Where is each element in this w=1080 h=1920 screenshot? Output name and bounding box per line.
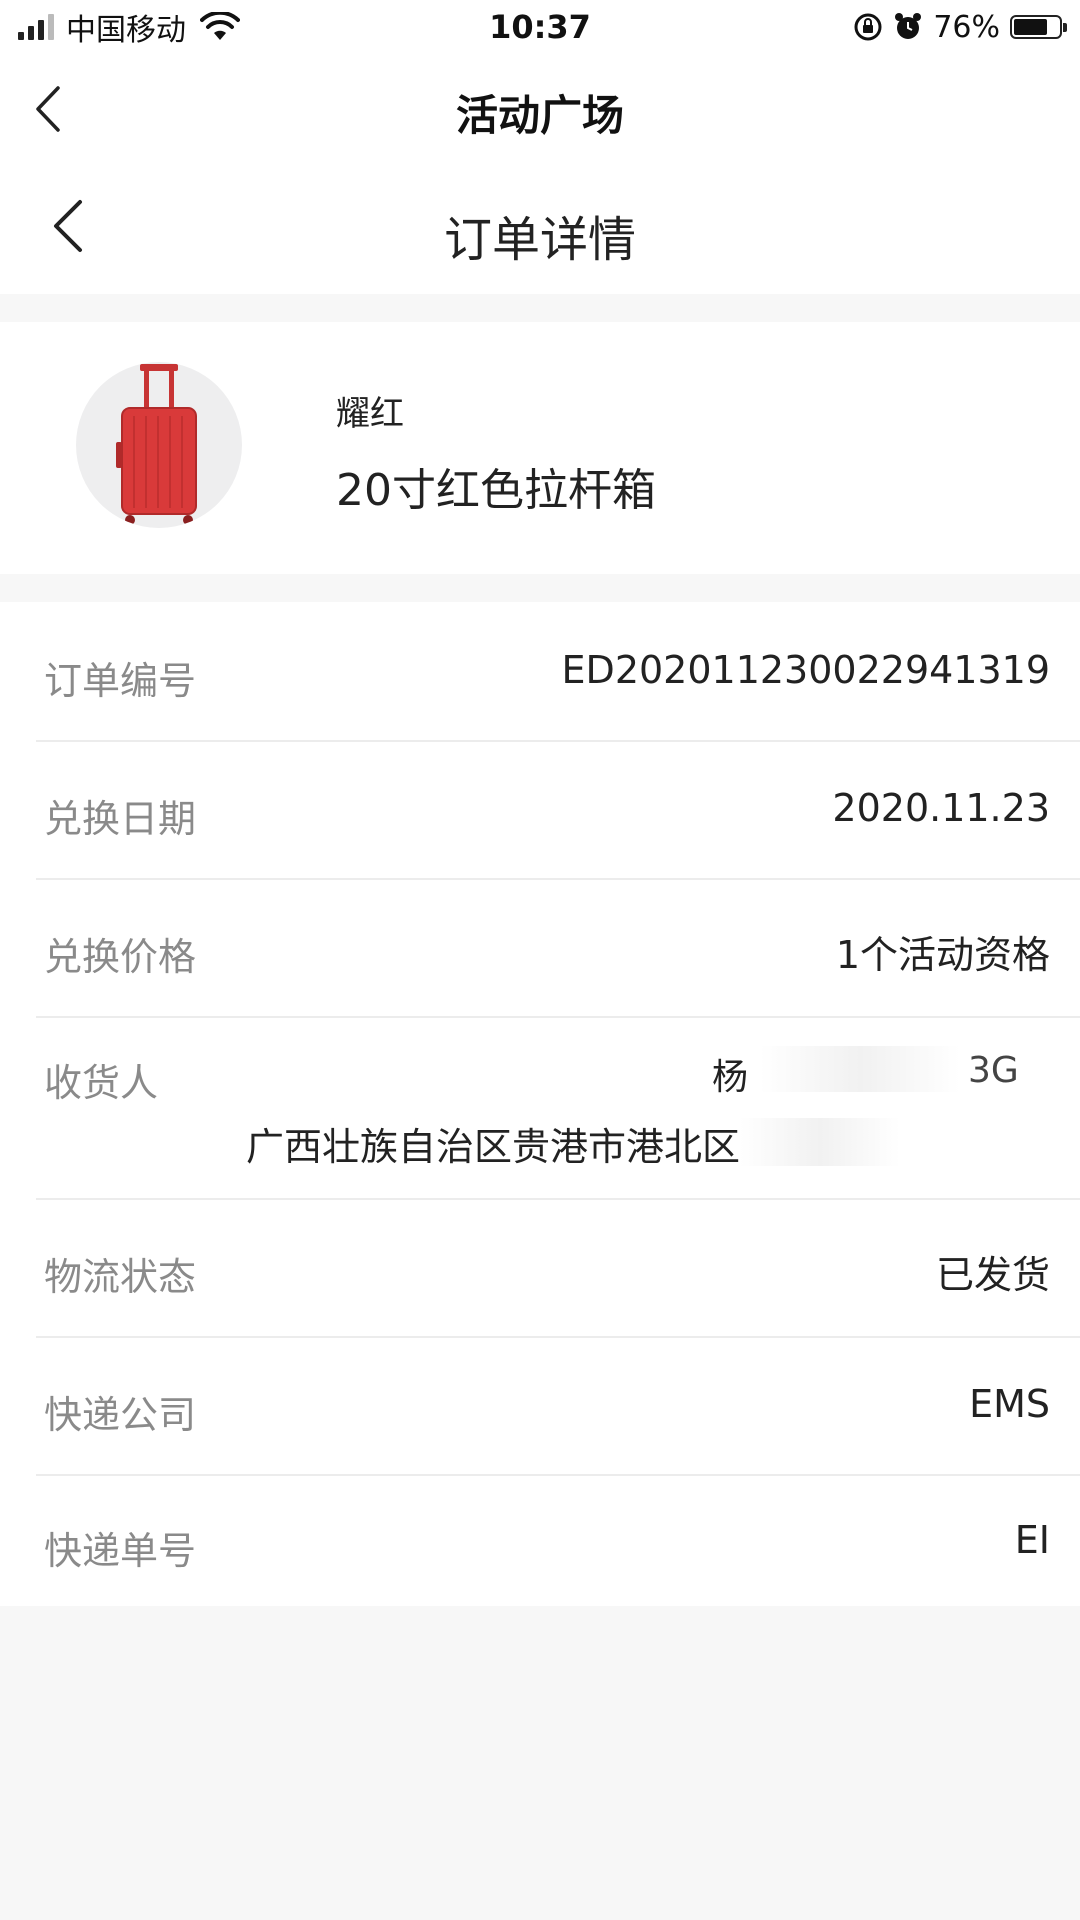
order-number-value: ED202011230022941319 bbox=[561, 648, 1050, 692]
suitcase-icon bbox=[116, 364, 197, 525]
row-redeem-price: 兑换价格 1个活动资格 bbox=[0, 880, 1080, 1016]
battery-icon bbox=[1010, 15, 1067, 39]
battery-level-fill bbox=[1014, 19, 1048, 35]
receiver-name: 杨 bbox=[712, 1057, 749, 1098]
courier-label: 快递公司 bbox=[44, 1393, 197, 1437]
receiver-label: 收货人 bbox=[44, 1061, 159, 1105]
courier-value: EMS bbox=[969, 1382, 1050, 1426]
row-receiver: 收货人 杨 3G 广西壮族自治区贵港市港北区 bbox=[0, 1018, 1080, 1198]
redeem-date-label: 兑换日期 bbox=[44, 797, 197, 841]
logistics-status-value: 已发货 bbox=[935, 1253, 1050, 1297]
product-name: 20寸红色拉杆箱 bbox=[336, 465, 656, 516]
redeem-price-value: 1个活动资格 bbox=[835, 933, 1050, 977]
status-right: 76% bbox=[853, 9, 1067, 45]
product-card[interactable]: 耀红 20寸红色拉杆箱 bbox=[0, 322, 1080, 574]
row-tracking-number[interactable]: 快递单号 EI bbox=[0, 1476, 1080, 1606]
row-order-number: 订单编号 ED202011230022941319 bbox=[0, 602, 1080, 740]
product-image bbox=[76, 362, 242, 528]
row-redeem-date: 兑换日期 2020.11.23 bbox=[0, 742, 1080, 878]
order-number-label: 订单编号 bbox=[44, 659, 197, 703]
tracking-number-label: 快递单号 bbox=[44, 1529, 197, 1573]
page-title: 活动广场 bbox=[455, 91, 624, 140]
row-logistics-status: 物流状态 已发货 bbox=[0, 1200, 1080, 1336]
tracking-number-value[interactable]: EI bbox=[1015, 1518, 1050, 1562]
product-brand: 耀红 bbox=[336, 394, 404, 434]
section-title: 订单详情 bbox=[443, 212, 636, 268]
redacted-area bbox=[740, 1118, 900, 1166]
logistics-status-label: 物流状态 bbox=[44, 1255, 197, 1299]
redeem-date-value: 2020.11.23 bbox=[832, 786, 1050, 830]
redeem-price-label: 兑换价格 bbox=[44, 935, 197, 979]
order-details: 订单编号 ED202011230022941319 兑换日期 2020.11.2… bbox=[0, 602, 1080, 1606]
row-courier: 快递公司 EMS bbox=[0, 1338, 1080, 1474]
redacted-area bbox=[760, 1046, 960, 1092]
receiver-address: 广西壮族自治区贵港市港北区 bbox=[246, 1125, 741, 1169]
outer-nav-bar: 活动广场 bbox=[0, 54, 1080, 162]
alarm-icon bbox=[895, 13, 922, 39]
inner-nav-bar: 订单详情 bbox=[0, 162, 1080, 294]
battery-percent: 76% bbox=[933, 9, 1000, 45]
status-bar: 中国移动 10:37 76% bbox=[0, 0, 1080, 54]
rotation-lock-icon bbox=[854, 13, 882, 41]
receiver-phone: 3G bbox=[968, 1050, 1019, 1091]
